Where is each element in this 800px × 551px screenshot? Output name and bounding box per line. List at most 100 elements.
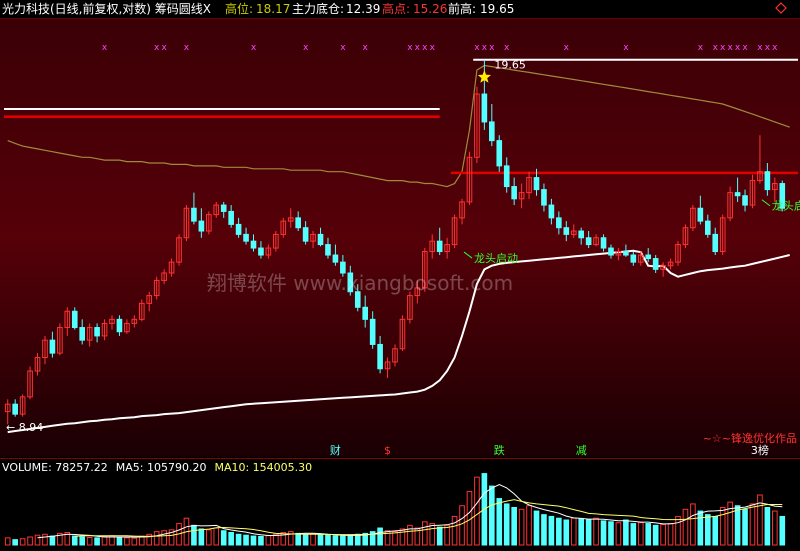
candle-body bbox=[764, 171, 771, 191]
volume-bar[interactable] bbox=[191, 524, 197, 546]
candle-body bbox=[362, 306, 369, 320]
top-marker: x bbox=[757, 43, 763, 53]
volume-bar[interactable] bbox=[71, 535, 78, 546]
top-marker: x bbox=[407, 43, 413, 53]
chart-title: 光力科技(日线,前复权,对数) 筹码圆线X bbox=[2, 1, 211, 16]
volume-bar[interactable] bbox=[585, 519, 592, 546]
bottom-label: 主力底仓: bbox=[292, 1, 344, 16]
candle-body bbox=[436, 240, 443, 253]
peak-label: 高点: bbox=[382, 1, 410, 16]
volume-bar[interactable] bbox=[295, 532, 301, 546]
volume-bar[interactable] bbox=[377, 527, 383, 546]
candle-body bbox=[489, 121, 495, 142]
volume-bar[interactable] bbox=[734, 505, 741, 546]
bottom-label: 财 bbox=[330, 443, 341, 457]
volume-bar[interactable] bbox=[503, 503, 510, 546]
volume-bar[interactable] bbox=[623, 519, 629, 546]
volume-bar[interactable] bbox=[436, 526, 443, 546]
candle-body bbox=[697, 207, 704, 222]
volume-bar[interactable] bbox=[258, 535, 264, 546]
diamond-icon[interactable] bbox=[775, 2, 787, 14]
volume-bar[interactable] bbox=[243, 534, 249, 546]
volume-bar[interactable] bbox=[49, 535, 56, 546]
candle-body bbox=[198, 220, 205, 232]
volume-bar[interactable] bbox=[347, 534, 354, 546]
volume-bar[interactable] bbox=[489, 485, 495, 546]
candle-body bbox=[704, 220, 711, 235]
volume-bar[interactable] bbox=[600, 520, 607, 546]
volume-bar[interactable] bbox=[578, 518, 584, 546]
signature-label: ~☆~锋逸优化作品 bbox=[703, 431, 797, 445]
volume-bar[interactable] bbox=[630, 523, 637, 546]
candle-body bbox=[533, 177, 540, 191]
signal-label: 龙头启动 bbox=[474, 252, 518, 265]
top-marker: x bbox=[623, 43, 629, 53]
volume-bar[interactable] bbox=[325, 534, 331, 546]
volume-bar[interactable] bbox=[94, 537, 100, 546]
volume-bar[interactable] bbox=[704, 514, 711, 546]
bottom-label: 3榜 bbox=[751, 443, 769, 457]
peak-price-label: 19.65 bbox=[494, 59, 526, 72]
peak-value: 15.26 bbox=[413, 2, 447, 16]
volume-bar[interactable] bbox=[556, 517, 562, 546]
candle-body bbox=[578, 230, 584, 239]
volume-bar[interactable] bbox=[779, 515, 786, 546]
volume-bar[interactable] bbox=[563, 519, 570, 546]
volume-bar[interactable] bbox=[12, 539, 18, 546]
volume-bar[interactable] bbox=[235, 533, 242, 546]
candle-body bbox=[116, 318, 123, 333]
stock-chart[interactable]: 光力科技(日线,前复权,对数) 筹码圆线X 高位: 18.17 主力底仓: 12… bbox=[0, 0, 800, 547]
candle-body bbox=[12, 403, 18, 415]
volume-bar[interactable] bbox=[79, 536, 86, 546]
volume-bar[interactable] bbox=[608, 521, 614, 546]
top-marker: x bbox=[303, 43, 309, 53]
volume-bar[interactable] bbox=[533, 510, 540, 546]
top-marker: x bbox=[772, 43, 778, 53]
candle-body bbox=[228, 210, 234, 225]
candle-body bbox=[608, 247, 614, 256]
volume-bar[interactable] bbox=[116, 536, 123, 546]
candle-body bbox=[496, 140, 503, 167]
bottom-value: 12.39 bbox=[346, 2, 380, 16]
candle-body bbox=[302, 227, 309, 242]
volume-bar[interactable] bbox=[302, 533, 309, 546]
volume-bar[interactable] bbox=[198, 528, 205, 546]
volume-bar[interactable] bbox=[697, 510, 704, 546]
candle-body bbox=[652, 258, 659, 270]
volume-bar[interactable] bbox=[742, 508, 748, 546]
candle-body bbox=[317, 233, 324, 246]
candle-body bbox=[623, 251, 629, 256]
volume-bar[interactable] bbox=[228, 532, 234, 546]
top-marker: x bbox=[713, 43, 719, 53]
volume-bar[interactable] bbox=[511, 507, 517, 546]
top-marker: x bbox=[474, 43, 480, 53]
top-marker: x bbox=[765, 43, 771, 53]
candle-body bbox=[369, 318, 376, 345]
high-pos-value: 18.17 bbox=[256, 2, 290, 16]
volume-bar[interactable] bbox=[541, 514, 547, 546]
top-marker: x bbox=[482, 43, 488, 53]
volume-bar[interactable] bbox=[332, 535, 339, 546]
top-marker: x bbox=[564, 43, 570, 53]
volume-bar[interactable] bbox=[317, 534, 324, 546]
volume-bar[interactable] bbox=[645, 523, 652, 546]
bottom-label: $ bbox=[384, 444, 391, 457]
volume-bar[interactable] bbox=[340, 535, 346, 546]
candle-body bbox=[541, 189, 547, 206]
candle-body bbox=[742, 195, 748, 206]
candle-body bbox=[503, 165, 510, 188]
candle-body bbox=[191, 207, 197, 222]
volume-bar[interactable] bbox=[496, 498, 503, 546]
bottom-label: 减 bbox=[576, 444, 587, 457]
candle[interactable] bbox=[496, 135, 503, 172]
volume-bar[interactable] bbox=[652, 524, 659, 546]
top-marker: x bbox=[422, 43, 428, 53]
volume-bar[interactable] bbox=[712, 515, 719, 546]
volume-bar[interactable] bbox=[548, 515, 555, 546]
candle-body bbox=[235, 223, 242, 235]
candle-body bbox=[585, 237, 592, 246]
volume-bar[interactable] bbox=[220, 530, 227, 546]
volume-bar[interactable] bbox=[764, 507, 771, 546]
candle-body bbox=[377, 343, 383, 370]
volume-bar[interactable] bbox=[250, 535, 257, 546]
